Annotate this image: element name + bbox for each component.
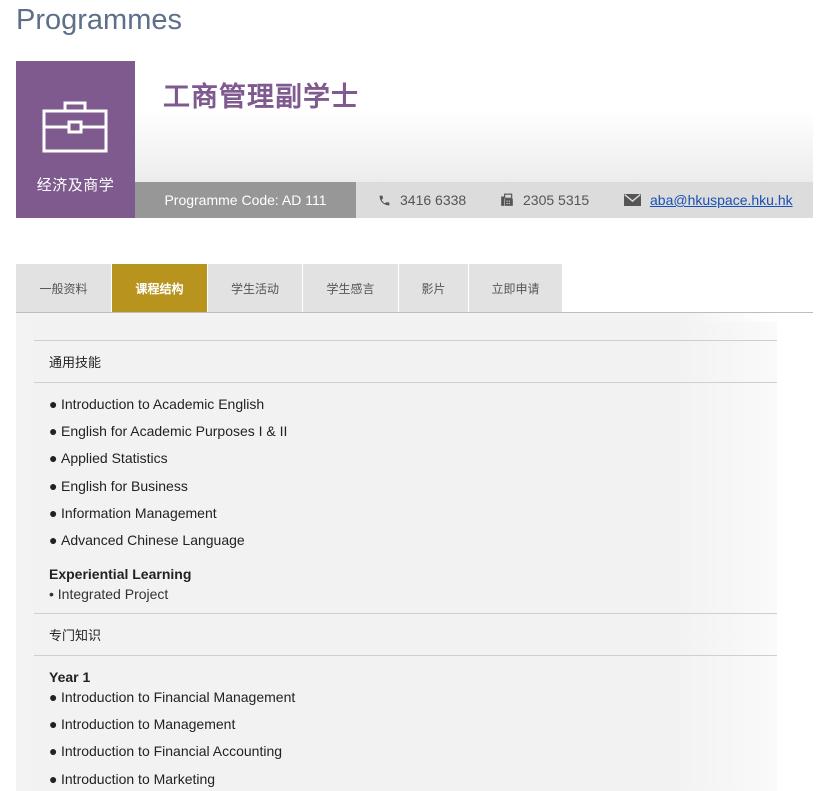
bullet-icon: ● bbox=[49, 478, 58, 494]
bullet-icon: ● bbox=[49, 771, 58, 787]
fax-number: 2305 5315 bbox=[523, 192, 590, 208]
programme-banner: 经济及商学 工商管理副学士 Programme Code: AD 111 341… bbox=[16, 61, 813, 218]
list-item: ● Introduction to Marketing bbox=[49, 771, 216, 787]
section-general-skills[interactable]: 通用技能 bbox=[34, 340, 777, 383]
fax-contact: 2305 5315 bbox=[500, 182, 589, 218]
bullet-icon: ● bbox=[49, 396, 58, 412]
bullet-icon: ● bbox=[49, 423, 58, 439]
year-1-heading: Year 1 bbox=[49, 669, 91, 685]
structure-panel: 通用技能 ● Introduction to Academic English ●… bbox=[34, 322, 777, 791]
title-area: 工商管理副学士 bbox=[135, 61, 813, 182]
tab-student-testimonials[interactable]: 学生感言 bbox=[303, 264, 399, 312]
phone-icon bbox=[379, 195, 390, 205]
tab-bar: 一般资料 课程结构 学生活动 学生感言 影片 立即申请 bbox=[16, 264, 813, 313]
bullet-icon: ● bbox=[49, 450, 58, 466]
list-item: ● Introduction to Academic English bbox=[49, 396, 265, 412]
list-item: ● English for Academic Purposes I & II bbox=[49, 423, 288, 439]
bullet-icon: ● bbox=[49, 716, 58, 732]
programme-title: 工商管理副学士 bbox=[163, 82, 359, 113]
list-item: ● Applied Statistics bbox=[49, 450, 168, 466]
phone-number: 3416 6338 bbox=[400, 192, 467, 208]
tab-general-info[interactable]: 一般资料 bbox=[16, 264, 112, 312]
bullet-icon: ● bbox=[49, 532, 58, 548]
list-item: ● Introduction to Financial Management bbox=[49, 689, 296, 705]
category-box[interactable]: 经济及商学 bbox=[16, 61, 135, 218]
envelope-icon bbox=[624, 194, 641, 206]
tab-student-activities[interactable]: 学生活动 bbox=[208, 264, 303, 312]
list-item: ● Advanced Chinese Language bbox=[49, 532, 245, 548]
list-item: ● Introduction to Financial Accounting bbox=[49, 743, 283, 759]
section-specialised-knowledge[interactable]: 专门知识 bbox=[34, 613, 777, 656]
tab-videos[interactable]: 影片 bbox=[399, 264, 469, 312]
email-link[interactable]: aba@hkuspace.hku.hk bbox=[650, 192, 793, 208]
list-item: ● Introduction to Management bbox=[49, 716, 236, 732]
list-item: ● Information Management bbox=[49, 505, 217, 521]
fax-icon bbox=[501, 193, 513, 206]
list-item: ● English for Business bbox=[49, 478, 188, 494]
list-item: • Integrated Project bbox=[49, 586, 169, 602]
phone-contact: 3416 6338 bbox=[378, 182, 466, 218]
info-bar: Programme Code: AD 111 3416 6338 2305 53… bbox=[135, 182, 813, 218]
category-label: 经济及商学 bbox=[36, 176, 115, 194]
experiential-learning-heading: Experiential Learning bbox=[49, 566, 192, 582]
briefcase-icon bbox=[42, 101, 108, 153]
bullet-icon: ● bbox=[49, 689, 58, 705]
email-contact: aba@hkuspace.hku.hk bbox=[624, 182, 793, 218]
bullet-icon: ● bbox=[49, 743, 58, 759]
programme-code: Programme Code: AD 111 bbox=[135, 182, 356, 218]
bullet-icon: ● bbox=[49, 505, 58, 521]
tab-apply-now[interactable]: 立即申请 bbox=[469, 264, 563, 312]
tab-programme-structure[interactable]: 课程结构 bbox=[112, 264, 208, 312]
page-title: Programmes bbox=[16, 4, 182, 36]
